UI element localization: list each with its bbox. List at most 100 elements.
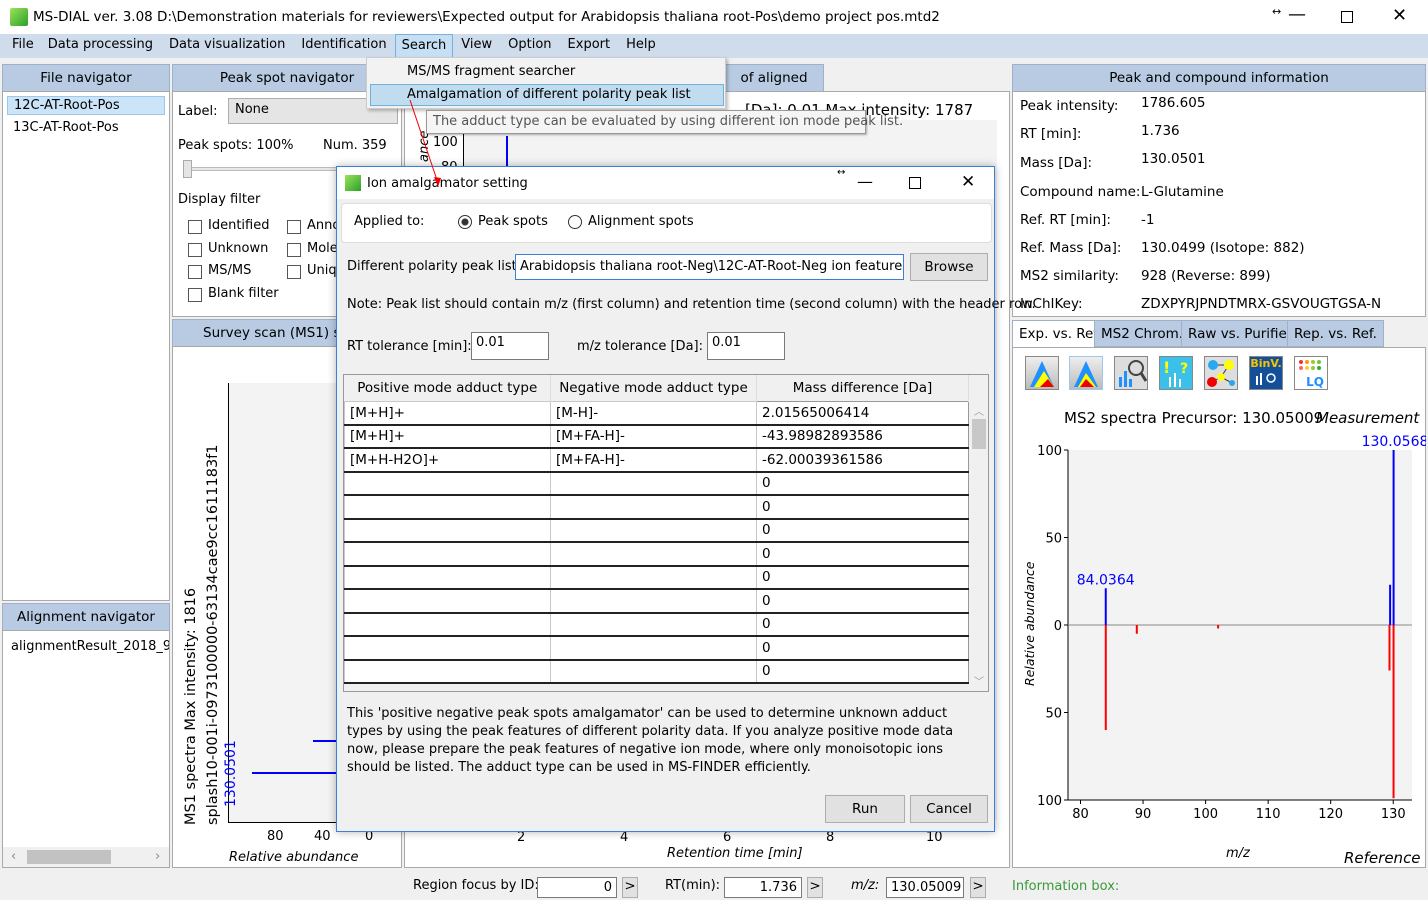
tab-raw-vs-purified[interactable]: Raw vs. Purified [1181,320,1303,347]
dialog-minimize-button[interactable]: — [857,172,873,191]
mass-difference-cell[interactable]: 0 [756,494,969,520]
binv-icon[interactable]: BinV. [1249,356,1283,390]
scroll-up-icon[interactable]: ︿ [974,403,984,418]
negative-adduct-cell[interactable] [550,494,757,520]
grid-vertical-scrollbar[interactable]: ︿ ﹀ [970,401,988,691]
filter-blank-checkbox[interactable] [188,288,202,302]
peak-chrom-alt-icon[interactable] [1069,356,1103,390]
positive-adduct-cell[interactable] [344,494,551,520]
radio-peak-spots[interactable] [458,215,472,229]
rt-input[interactable]: 1.736 [724,877,802,898]
table-row[interactable]: 0 [344,518,969,543]
positive-adduct-cell[interactable]: [M+H]+ [344,424,551,449]
table-row[interactable]: 0 [344,635,969,661]
mass-difference-cell[interactable]: 2.01565006414 [756,400,969,426]
column-header[interactable]: Mass difference [Da] [756,375,969,401]
positive-adduct-cell[interactable] [344,471,551,496]
table-row[interactable]: 0 [344,565,969,590]
mz-tolerance-input[interactable]: 0.01 [707,332,785,360]
rt-go-button[interactable]: > [807,877,823,898]
file-item[interactable]: 12C-AT-Root-Pos [7,96,165,115]
mass-difference-cell[interactable]: 0 [756,518,969,543]
negative-adduct-cell[interactable] [550,541,757,567]
menu-file[interactable]: File [6,34,40,58]
column-header[interactable]: Negative mode adduct type [550,375,757,401]
scroll-left-icon[interactable]: ‹ [11,849,16,864]
table-row[interactable]: 0 [344,588,969,614]
table-row[interactable]: 0 [344,471,969,496]
spectrum-search-icon[interactable] [1114,356,1148,390]
table-row[interactable]: [M+H]+ [M-H]- 2.01565006414 [344,400,969,426]
table-row[interactable]: 0 [344,541,969,567]
radio-peak-spots-label[interactable]: Peak spots [478,214,548,229]
filter-annotated-checkbox[interactable] [287,220,301,234]
menu-option[interactable]: Option [500,34,559,58]
positive-adduct-cell[interactable] [344,635,551,661]
negative-adduct-cell[interactable] [550,565,757,590]
dialog-maximize-button[interactable] [909,177,921,189]
tab-rep-vs-ref[interactable]: Rep. vs. Ref. [1287,320,1384,347]
minimize-button[interactable]: — [1288,4,1306,25]
mass-difference-cell[interactable]: 0 [756,612,969,637]
mass-difference-cell[interactable]: 0 [756,659,969,684]
maximize-button[interactable] [1341,11,1353,23]
radio-alignment-spots-label[interactable]: Alignment spots [588,214,694,229]
mass-difference-cell[interactable]: 0 [756,635,969,661]
filter-molecule-checkbox[interactable] [287,243,301,257]
negative-adduct-cell[interactable] [550,659,757,684]
scroll-right-icon[interactable]: › [155,849,160,864]
table-row[interactable]: [M+H]+ [M+FA-H]- -43.98982893586 [344,424,969,449]
negative-adduct-cell[interactable]: [M-H]- [550,400,757,426]
region-go-button[interactable]: > [622,877,638,898]
positive-adduct-cell[interactable] [344,659,551,684]
filter-msms-checkbox[interactable] [188,265,202,279]
compare-spectra-icon[interactable]: !? [1159,356,1193,390]
scroll-thumb[interactable] [27,850,111,864]
table-row[interactable]: 0 [344,659,969,684]
rt-tolerance-input[interactable]: 0.01 [471,332,549,360]
alignment-item[interactable]: alignmentResult_2018_9_1 [3,631,169,662]
negative-adduct-cell[interactable] [550,612,757,637]
table-row[interactable]: [M+H-H2O]+ [M+FA-H]- -62.00039361586 [344,447,969,473]
filter-unique-checkbox[interactable] [287,265,301,279]
mass-difference-cell[interactable]: -62.00039361586 [756,447,969,473]
menu-data-processing[interactable]: Data processing [40,34,161,58]
menu-search[interactable]: Search [394,34,454,58]
menu-export[interactable]: Export [560,34,619,58]
negative-adduct-cell[interactable] [550,518,757,543]
menu-identification[interactable]: Identification [293,34,394,58]
negative-adduct-cell[interactable] [550,471,757,496]
cancel-button[interactable]: Cancel [910,795,988,823]
mz-go-button[interactable]: > [970,877,986,898]
scroll-down-icon[interactable]: ﹀ [974,673,984,688]
region-input[interactable]: 0 [537,877,617,898]
run-button[interactable]: Run [825,795,905,823]
menu-help[interactable]: Help [618,34,664,58]
peak-list-input[interactable]: Arabidopsis thaliana root-Neg\12C-AT-Roo… [515,254,904,280]
horizontal-scrollbar[interactable]: ‹ › [3,847,169,867]
filter-unknown-checkbox[interactable] [188,243,202,257]
positive-adduct-cell[interactable]: [M+H]+ [344,400,551,426]
tab-ms2-chrom[interactable]: MS2 Chrom. [1094,320,1191,347]
menu-view[interactable]: View [453,34,500,58]
mass-difference-cell[interactable]: 0 [756,541,969,567]
column-header[interactable]: Positive mode adduct type [344,375,551,401]
radio-alignment-spots[interactable] [568,215,582,229]
peak-spots-slider-thumb[interactable] [183,160,192,178]
mz-input[interactable]: 130.05009 [886,877,964,898]
positive-adduct-cell[interactable] [344,541,551,567]
positive-adduct-cell[interactable] [344,588,551,614]
close-button[interactable]: ✕ [1392,5,1407,26]
molecular-network-icon[interactable] [1204,356,1238,390]
menu-data-visualization[interactable]: Data visualization [161,34,293,58]
mass-difference-cell[interactable]: 0 [756,588,969,614]
lq-icon[interactable]: LQ [1294,356,1328,390]
negative-adduct-cell[interactable] [550,588,757,614]
mass-difference-cell[interactable]: 0 [756,565,969,590]
table-row[interactable]: 0 [344,494,969,520]
peak-chrom-icon[interactable] [1025,356,1059,390]
mass-difference-cell[interactable]: 0 [756,471,969,496]
filter-identified-checkbox[interactable] [188,220,202,234]
positive-adduct-cell[interactable] [344,518,551,543]
positive-adduct-cell[interactable] [344,612,551,637]
